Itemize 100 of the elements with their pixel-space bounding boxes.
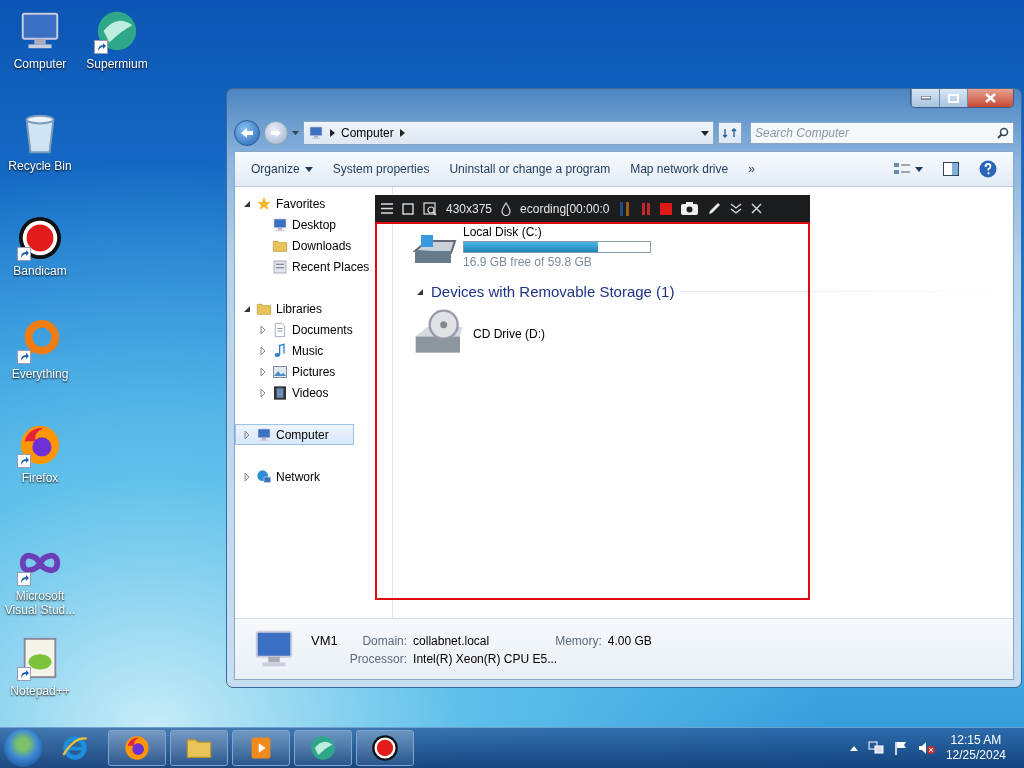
stop-button[interactable]: [660, 202, 673, 215]
recording-status: ecording[00:00:0: [520, 201, 610, 216]
detail-label: Domain:: [361, 633, 408, 648]
minimize-button[interactable]: [911, 89, 939, 107]
computer-icon: [308, 125, 324, 141]
star-icon: [256, 195, 272, 212]
nav-item[interactable]: Libraries: [235, 298, 330, 319]
detail-value: collabnet.local: [413, 633, 490, 648]
nav-label: Documents: [292, 322, 353, 337]
nav-label: Computer: [276, 427, 329, 442]
desktop-icon-label[interactable]: Computer: [13, 57, 67, 71]
close-button[interactable]: [967, 89, 1013, 107]
camera-icon[interactable]: [681, 202, 699, 215]
nav-item[interactable]: Computer: [235, 424, 354, 445]
monitor-icon: [272, 216, 288, 233]
recent-places-icon: [272, 258, 288, 275]
detail-label: Processor:: [349, 651, 408, 666]
toolbar-button[interactable]: Map network drive: [622, 158, 737, 180]
forward-button[interactable]: [264, 121, 288, 145]
desktop-icon-label[interactable]: Supermium: [86, 57, 148, 71]
toolbar-button[interactable]: Uninstall or change a program: [441, 158, 619, 180]
clock[interactable]: 12:15 AM 12/25/2024: [945, 733, 1006, 763]
refresh-button[interactable]: [718, 122, 742, 144]
free-space-text: 16.9 GB free of 59.8 GB: [463, 255, 593, 269]
nav-item[interactable]: Documents: [235, 319, 360, 340]
nav-item[interactable]: Desktop: [235, 214, 344, 235]
nav-item[interactable]: Favorites: [235, 193, 333, 214]
nav-label: Pictures: [292, 364, 336, 379]
detail-value: Intel(R) Xeon(R) CPU E5...: [413, 651, 559, 666]
drive-name[interactable]: CD Drive (D:): [473, 327, 545, 341]
nav-label: Downloads: [292, 238, 352, 253]
nav-item[interactable]: Downloads: [235, 235, 359, 256]
flag-icon[interactable]: [893, 741, 908, 755]
double-chevron-icon[interactable]: [730, 202, 743, 215]
pencil-icon[interactable]: [707, 201, 722, 216]
date-text: 12/25/2024: [945, 748, 1006, 763]
search-icon: [997, 127, 1009, 139]
refresh-icon: [723, 127, 737, 139]
menu-icon[interactable]: [381, 203, 393, 214]
nav-item[interactable]: Music: [235, 340, 331, 361]
breadcrumb[interactable]: Computer: [341, 126, 394, 140]
record-icon: [371, 734, 399, 762]
back-button[interactable]: [234, 120, 260, 146]
area-zoom-icon[interactable]: [423, 201, 437, 216]
network-icon[interactable]: [867, 741, 884, 755]
toolbar-button[interactable]: »: [740, 158, 763, 180]
left-arrow-icon: [240, 127, 254, 139]
close-icon[interactable]: [751, 203, 763, 214]
desktop-icon-label[interactable]: Recycle Bin: [8, 159, 72, 173]
capture-size: 430x375: [446, 201, 493, 216]
dropdown-caret-icon[interactable]: [701, 130, 709, 136]
recent-pages-button[interactable]: [292, 131, 299, 135]
preview-pane-icon: [943, 162, 959, 176]
nav-item[interactable]: Recent Places: [235, 256, 377, 277]
minimize-icon: [920, 96, 931, 100]
nav-label: Music: [292, 343, 324, 358]
drive-name[interactable]: Local Disk (C:): [463, 225, 651, 239]
fox-icon: [123, 734, 151, 762]
droplet-icon: [501, 201, 512, 216]
help-icon: [979, 160, 997, 178]
detail-label: Memory:: [555, 633, 602, 648]
nav-item[interactable]: Network: [235, 466, 327, 487]
nav-label: Recent Places: [292, 259, 370, 274]
network-icon: [256, 468, 272, 485]
e-logo-icon: [61, 734, 89, 762]
address-bar[interactable]: Computer: [303, 121, 714, 145]
film-icon: [272, 384, 288, 401]
toolbar-button[interactable]: System properties: [324, 158, 438, 180]
nav-label: Network: [276, 469, 320, 484]
close-icon: [985, 93, 996, 103]
right-arrow-icon: [270, 128, 282, 138]
muted-speaker-icon[interactable]: [917, 741, 936, 755]
dropdown-caret-icon: [304, 166, 313, 172]
computer-icon: [256, 426, 272, 443]
desktop-icon-label[interactable]: Bandicam: [13, 264, 67, 278]
taskbar-button[interactable]: [356, 730, 414, 766]
music-note-icon: [272, 342, 288, 359]
nav-label: Videos: [292, 385, 329, 400]
globe-icon: [309, 734, 337, 762]
up-arrow-icon[interactable]: [849, 745, 858, 751]
toolbar-button[interactable]: Organize: [243, 158, 321, 180]
nav-item[interactable]: Pictures: [235, 361, 343, 382]
group-header[interactable]: Devices with Removable Storage (1): [431, 283, 675, 300]
time-text: 12:15 AM: [950, 733, 1002, 748]
pause-button[interactable]: [641, 202, 652, 215]
search-field[interactable]: Search Computer: [750, 122, 1014, 144]
maximize-button[interactable]: [939, 89, 967, 107]
nav-item[interactable]: Videos: [235, 382, 336, 403]
record-icon: [17, 215, 63, 261]
nav-label: Libraries: [276, 301, 323, 316]
fullscreen-mode-icon[interactable]: [402, 202, 414, 215]
document-icon: [272, 321, 288, 338]
nav-label: Favorites: [276, 196, 326, 211]
picture-icon: [272, 363, 288, 380]
maximize-icon: [948, 93, 959, 103]
dropdown-caret-icon: [915, 166, 923, 172]
nav-label: Desktop: [292, 217, 337, 232]
chevron-icon[interactable]: [399, 129, 405, 137]
start-button[interactable]: [4, 729, 42, 767]
chevron-icon[interactable]: [330, 129, 335, 137]
